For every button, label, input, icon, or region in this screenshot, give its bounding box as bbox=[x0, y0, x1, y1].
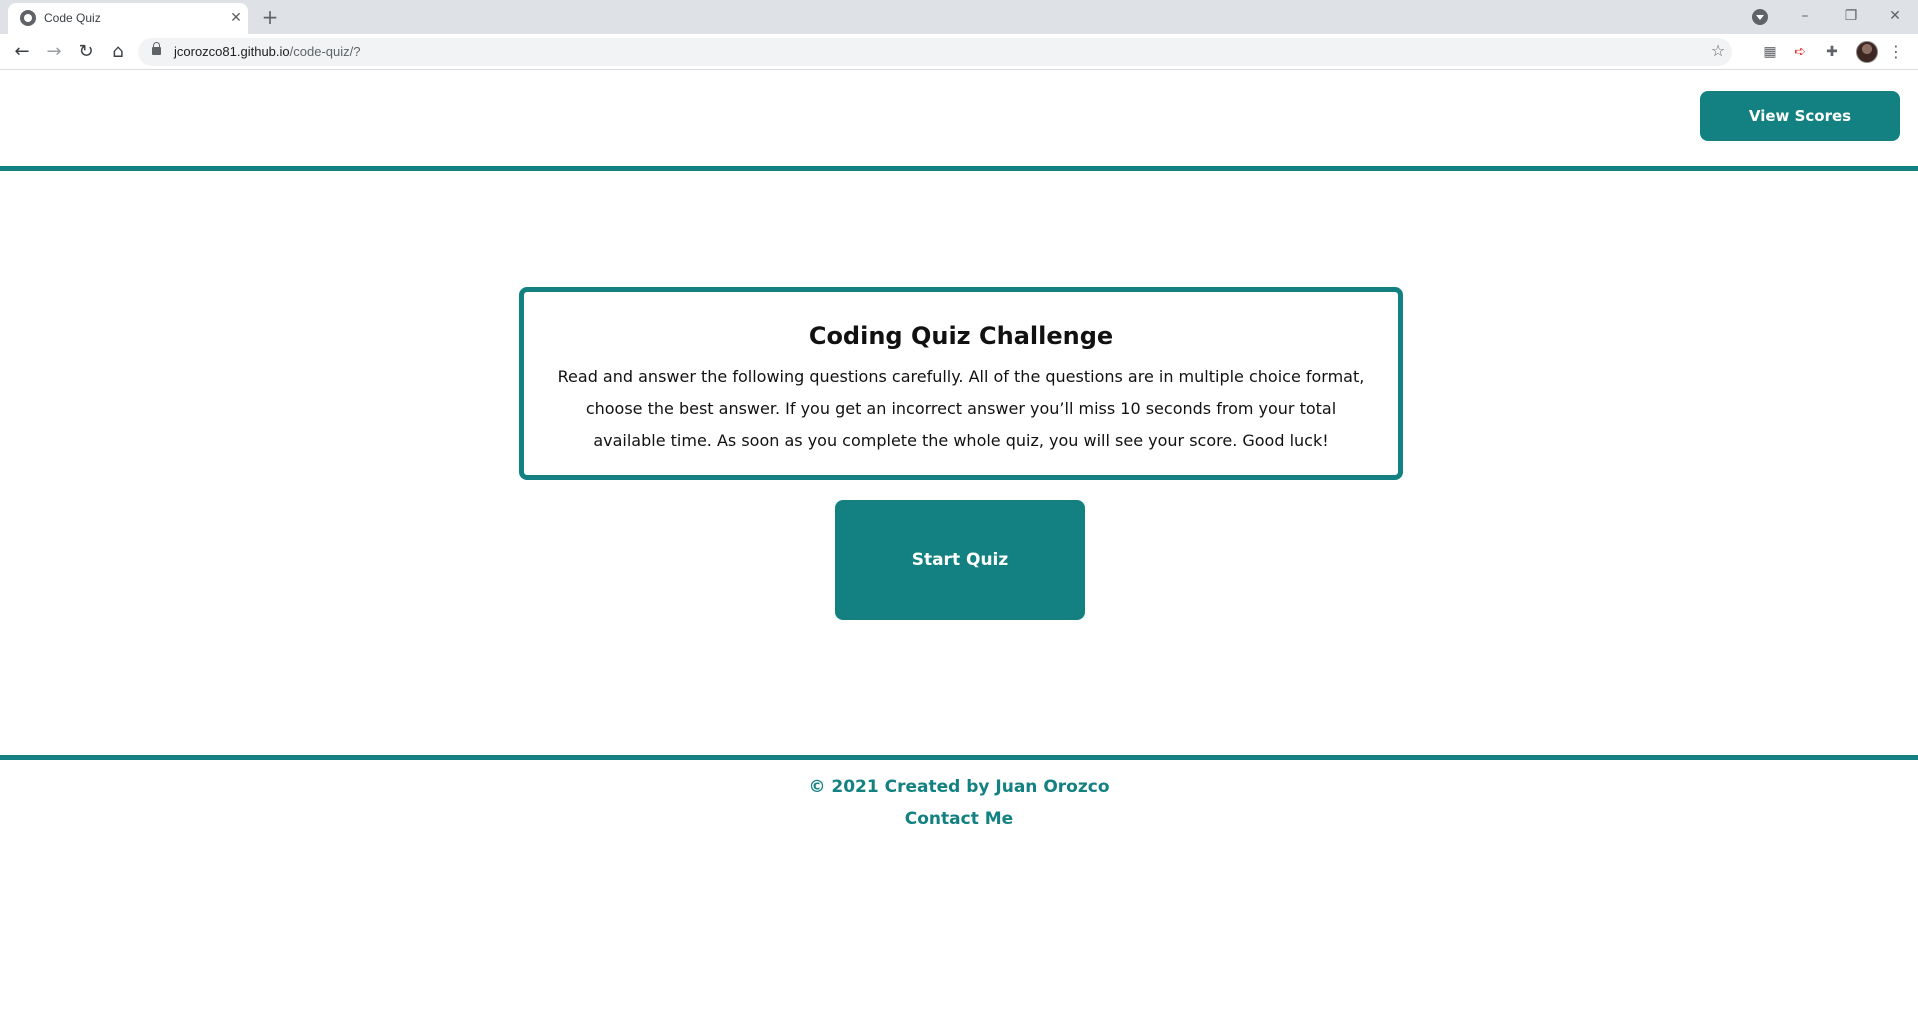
new-tab-button[interactable]: + bbox=[258, 5, 282, 29]
window-minimize-button[interactable]: – bbox=[1782, 2, 1828, 30]
header-divider bbox=[0, 166, 1918, 171]
home-icon[interactable]: ⌂ bbox=[106, 40, 130, 64]
intro-card: Coding Quiz Challenge Read and answer th… bbox=[519, 287, 1403, 480]
footer-contact-wrapper: Contact Me bbox=[0, 807, 1918, 831]
browser-tabstrip: Code Quiz ✕ + – ❐ ✕ bbox=[0, 0, 1918, 34]
page-title: Coding Quiz Challenge bbox=[808, 322, 1114, 350]
window-restore-button[interactable]: ❐ bbox=[1828, 2, 1874, 30]
address-bar[interactable]: jcorozco81.github.io/code-quiz/? ☆ bbox=[138, 38, 1732, 66]
page-content: View Scores Coding Quiz Challenge Read a… bbox=[0, 71, 1918, 1035]
url-path: /code-quiz/? bbox=[289, 44, 361, 59]
contact-me-link[interactable]: Contact Me bbox=[905, 809, 1013, 829]
browser-menu-icon[interactable]: ⋮ bbox=[1886, 40, 1906, 64]
url-host: jcorozco81.github.io bbox=[174, 44, 290, 59]
browser-tab-code-quiz[interactable]: Code Quiz ✕ bbox=[8, 3, 248, 34]
tab-title: Code Quiz bbox=[44, 11, 101, 25]
start-quiz-button[interactable]: Start Quiz bbox=[835, 500, 1085, 620]
window-close-button[interactable]: ✕ bbox=[1872, 2, 1918, 30]
forward-arrow-icon[interactable]: → bbox=[42, 40, 66, 64]
footer-copyright: © 2021 Created by Juan Orozco bbox=[808, 777, 1110, 797]
tab-search-icon[interactable] bbox=[1752, 9, 1768, 25]
view-scores-button[interactable]: View Scores bbox=[1700, 91, 1900, 141]
back-arrow-icon[interactable]: ← bbox=[10, 40, 34, 64]
intro-description: Read and answer the following questions … bbox=[557, 367, 1365, 450]
red-extension-icon[interactable]: ➪ bbox=[1790, 42, 1810, 62]
reload-icon[interactable]: ↻ bbox=[74, 40, 98, 64]
extensions-puzzle-icon[interactable]: ✚ bbox=[1822, 42, 1842, 62]
tab-close-icon[interactable]: ✕ bbox=[226, 8, 246, 28]
qr-code-extension-icon[interactable]: ▦ bbox=[1760, 42, 1780, 62]
profile-avatar[interactable] bbox=[1856, 41, 1878, 63]
globe-icon bbox=[20, 10, 36, 26]
bookmark-star-icon[interactable]: ☆ bbox=[1708, 41, 1728, 61]
url-text[interactable]: jcorozco81.github.io/code-quiz/? bbox=[174, 44, 360, 59]
browser-toolbar: ← → ↻ ⌂ jcorozco81.github.io/code-quiz/?… bbox=[0, 34, 1918, 70]
footer-divider bbox=[0, 755, 1918, 760]
lock-icon[interactable] bbox=[152, 42, 161, 55]
